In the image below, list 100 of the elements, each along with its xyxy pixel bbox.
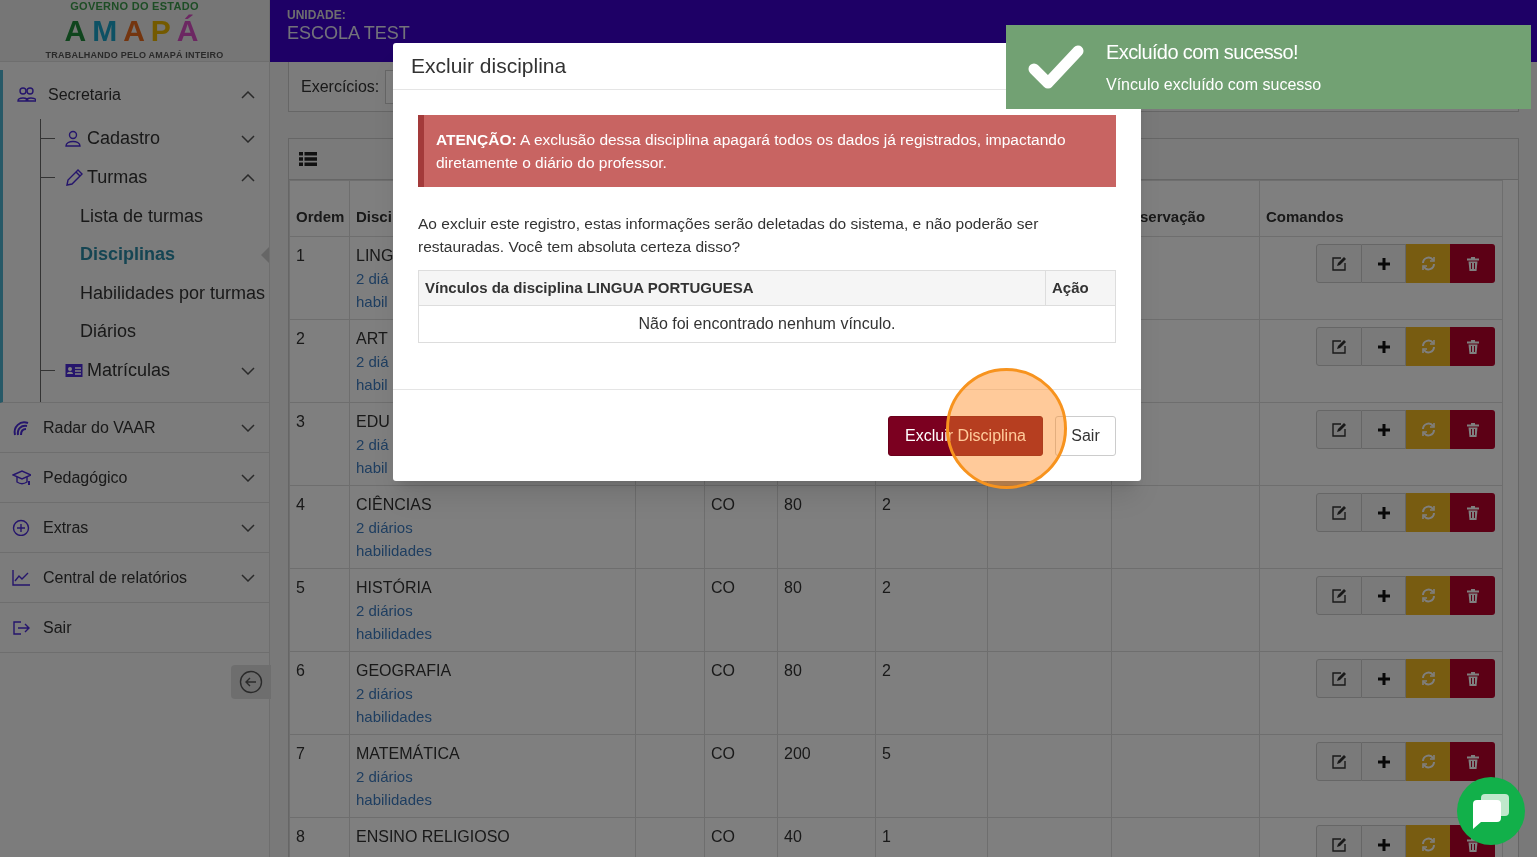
plus-icon [1376, 505, 1391, 520]
skills-link[interactable]: habil [356, 290, 388, 313]
refresh-icon [1420, 339, 1436, 354]
edit-button[interactable] [1316, 410, 1362, 449]
delete-button[interactable] [1450, 576, 1495, 615]
refresh-icon [1420, 837, 1436, 852]
exit-button[interactable]: Sair [1055, 415, 1116, 456]
id-card-icon [65, 362, 83, 379]
delete-button[interactable] [1450, 410, 1495, 449]
plus-icon [1376, 588, 1391, 603]
graduation-cap-icon [12, 469, 31, 486]
edit-button[interactable] [1316, 244, 1362, 283]
delete-button[interactable] [1450, 327, 1495, 366]
sidebar-subitem[interactable]: Cadastro [41, 119, 269, 158]
edit-icon [1331, 588, 1347, 603]
discipline-name: HISTÓRIA [356, 577, 432, 598]
table-cell-text: 7 [296, 744, 306, 764]
skills-link[interactable]: habil [356, 373, 388, 396]
sidebar-link[interactable]: Disciplinas [41, 235, 269, 274]
trash-icon [1466, 505, 1479, 520]
column-header: Comandos [1266, 207, 1344, 225]
add-button[interactable] [1362, 576, 1406, 615]
diaries-link[interactable]: 2 diá [356, 350, 389, 373]
refresh-icon [1420, 671, 1436, 686]
table-cell-text: 1 [296, 246, 306, 266]
edit-button[interactable] [1316, 327, 1362, 366]
diaries-link[interactable]: 2 diários [356, 765, 413, 788]
logo-caption: GOVERNO DO ESTADO [70, 1, 199, 12]
sidebar-item[interactable]: Radar do VAAR [0, 403, 269, 452]
delete-button[interactable] [1450, 742, 1495, 781]
skills-link[interactable]: habilidades [356, 622, 432, 645]
trash-icon [1466, 671, 1479, 686]
trash-icon [1466, 339, 1479, 354]
add-button[interactable] [1362, 327, 1406, 366]
plus-icon [1376, 671, 1391, 686]
edit-button[interactable] [1316, 493, 1362, 532]
dialog-title: Excluir disciplina [411, 53, 567, 80]
delete-button[interactable] [1450, 244, 1495, 283]
plus-icon [1376, 422, 1391, 437]
delete-button[interactable] [1450, 493, 1495, 532]
sidebar-link[interactable]: Diários [41, 312, 269, 351]
skills-link[interactable]: habilidades [356, 705, 432, 728]
diaries-link[interactable]: 2 diários [356, 682, 413, 705]
plus-icon [1376, 837, 1391, 852]
edit-button[interactable] [1316, 576, 1362, 615]
diaries-link[interactable]: 2 diários [356, 599, 413, 622]
edit-icon [1331, 671, 1347, 686]
pencil-icon [65, 169, 83, 186]
table-cell-text: 2 [882, 495, 892, 515]
sidebar-subitem[interactable]: Turmas [41, 158, 269, 197]
edit-button[interactable] [1316, 742, 1362, 781]
edit-button[interactable] [1316, 659, 1362, 698]
edit-button[interactable] [1316, 825, 1362, 857]
table-cell-text: 5 [882, 744, 892, 764]
trash-icon [1466, 588, 1479, 603]
sidebar-link[interactable]: Habilidades por turmas [41, 274, 269, 313]
add-button[interactable] [1362, 493, 1406, 532]
diaries-link[interactable]: 2 diá [356, 267, 389, 290]
user-icon [65, 130, 83, 147]
table-cell-text: 1 [882, 827, 892, 847]
discipline-name: LING [356, 246, 394, 266]
edit-icon [1331, 754, 1347, 769]
discipline-name: CIÊNCIAS [356, 494, 432, 515]
refresh-icon [1420, 256, 1436, 271]
sign-out-icon [12, 619, 31, 636]
sidebar-item[interactable]: Central de relatórios [0, 553, 269, 602]
diaries-link[interactable]: 2 diá [356, 433, 389, 456]
skills-link[interactable]: habil [356, 456, 388, 479]
edit-icon [1331, 256, 1347, 271]
sidebar-item[interactable]: Secretaria [3, 70, 269, 119]
table-cell-text: 2 [296, 329, 306, 349]
sidebar-item[interactable]: Sair [0, 603, 269, 652]
diaries-link[interactable]: 2 diários [356, 516, 413, 539]
sidebar-item[interactable]: Extras [0, 503, 269, 552]
sidebar-link[interactable]: Lista de turmas [41, 197, 269, 236]
table-cell-text: CO [711, 661, 736, 681]
sidebar-item[interactable]: Pedagógico [0, 453, 269, 502]
delete-button[interactable] [1450, 659, 1495, 698]
radar-icon [12, 419, 31, 436]
collapse-sidebar-button[interactable] [231, 665, 271, 699]
column-header: servação [1139, 207, 1206, 225]
toast-message: Vínculo excluído com sucesso [1106, 75, 1322, 95]
skills-link[interactable]: habilidades [356, 539, 432, 562]
sidebar-subitem[interactable]: Matrículas [41, 351, 269, 390]
table-cell-text: 3 [296, 412, 306, 432]
plus-icon [1376, 754, 1391, 769]
add-button[interactable] [1362, 410, 1406, 449]
add-button[interactable] [1362, 659, 1406, 698]
refresh-icon [1420, 588, 1436, 603]
plus-icon [1376, 339, 1391, 354]
discipline-name: GEOGRAFIA [356, 661, 452, 681]
table-cell-text: 2 [882, 578, 892, 598]
unit-label: UNIDADE: [287, 8, 346, 22]
logo-tagline: TRABALHANDO PELO AMAPÁ INTEIRO [45, 50, 224, 60]
skills-link[interactable]: habilidades [356, 788, 432, 811]
table-cell-text: 2 [882, 661, 892, 681]
edit-icon [1331, 339, 1347, 354]
add-button[interactable] [1362, 825, 1406, 857]
add-button[interactable] [1362, 244, 1406, 283]
add-button[interactable] [1362, 742, 1406, 781]
